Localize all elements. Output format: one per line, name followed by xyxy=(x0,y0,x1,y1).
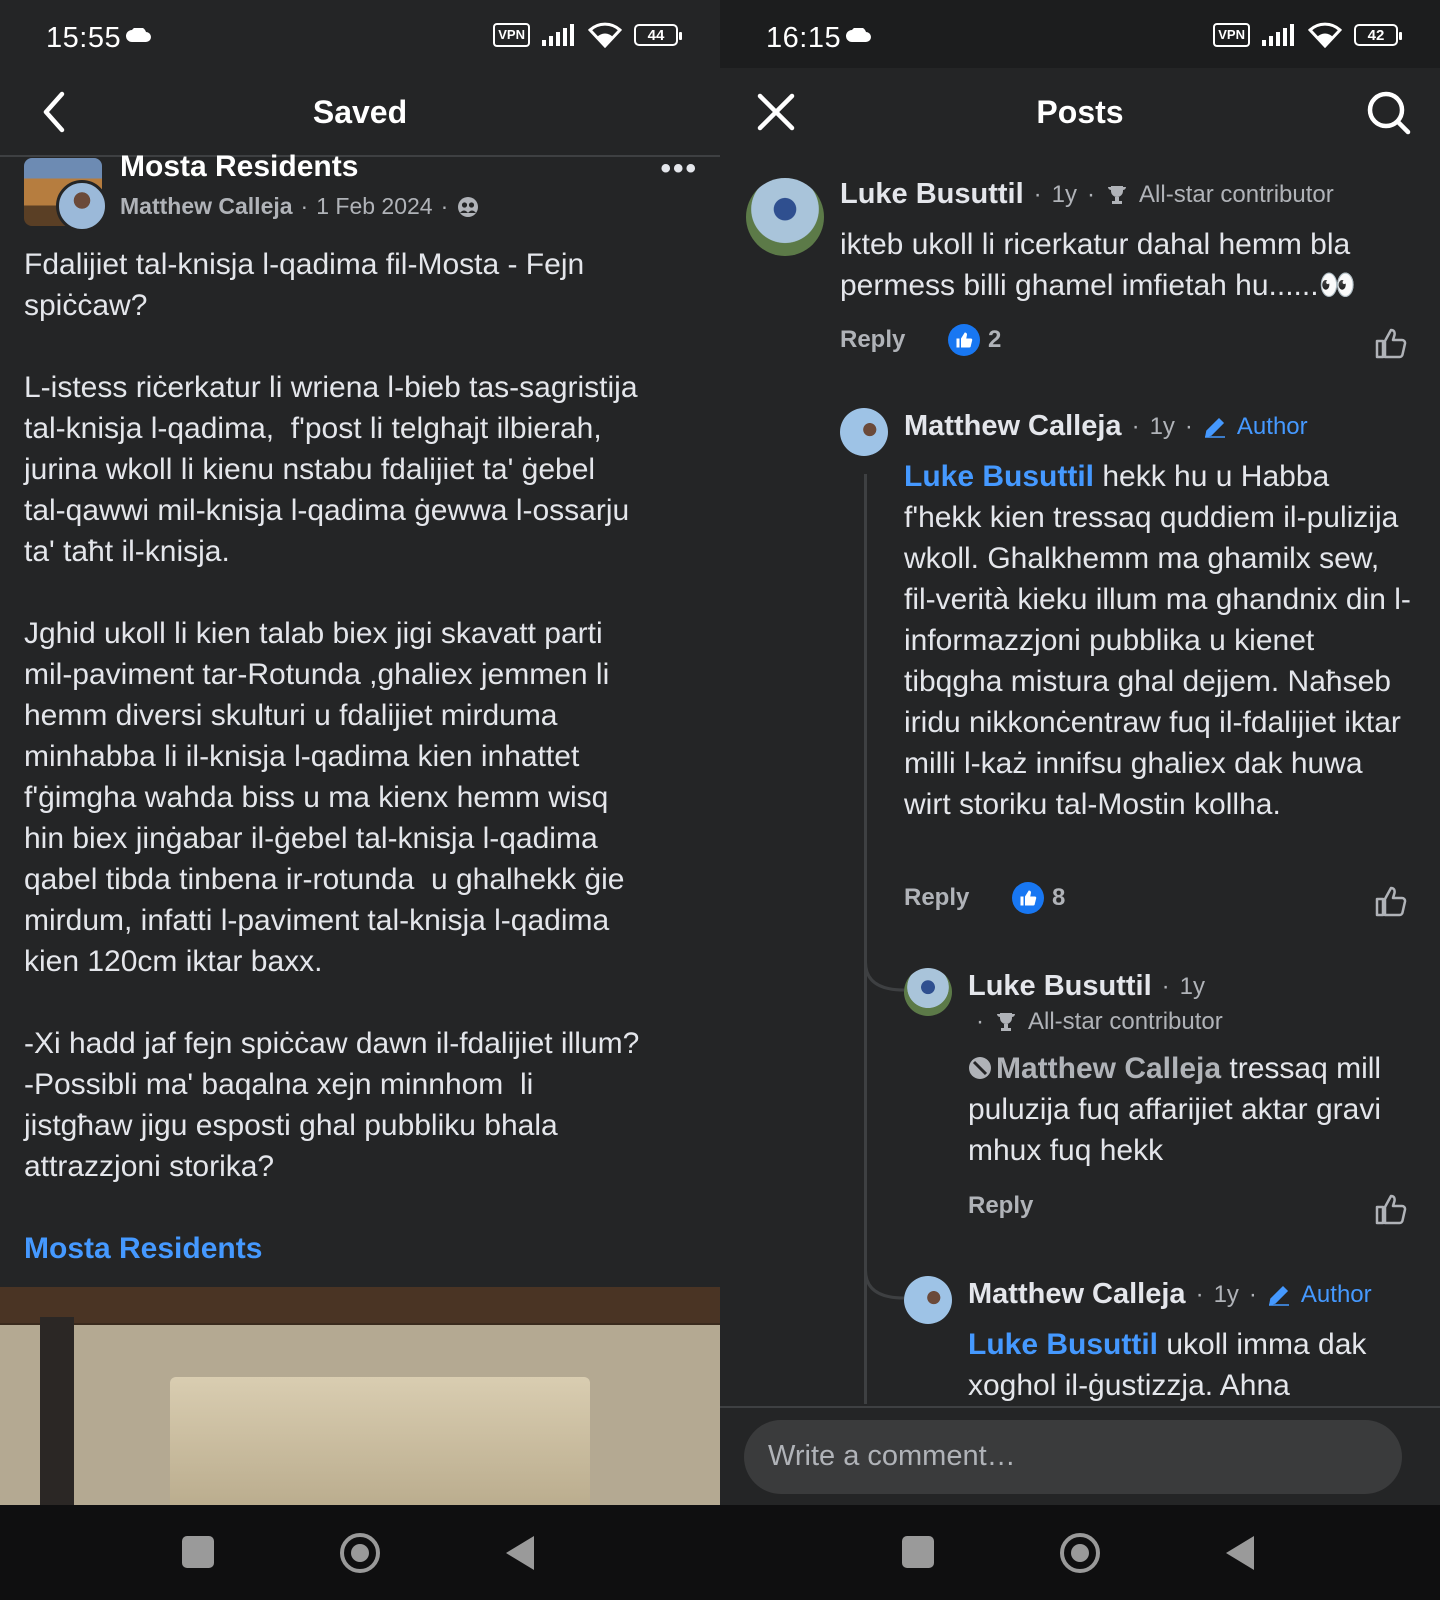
author-avatar[interactable] xyxy=(56,180,108,232)
back-icon[interactable] xyxy=(506,1536,534,1570)
trophy-icon xyxy=(997,1013,1015,1031)
author-badge: Author xyxy=(1236,412,1308,440)
comment-header: Luke Busuttil · 1y xyxy=(968,970,1206,1003)
comment-header: Matthew Calleja · 1y · Author xyxy=(904,410,1308,443)
page-title: Saved xyxy=(312,94,408,130)
signal-icon xyxy=(542,24,574,46)
commenter-name[interactable]: Matthew Calleja xyxy=(968,1278,1186,1311)
commenter-avatar[interactable] xyxy=(904,1276,952,1324)
commenter-name[interactable]: Matthew Calleja xyxy=(904,410,1122,443)
search-icon[interactable] xyxy=(1364,88,1412,136)
comment-text: Luke Busuttil hekk hu u Habba f'hekk kie… xyxy=(904,456,1414,825)
like-number: 8 xyxy=(1052,884,1066,911)
reply-button[interactable]: Reply xyxy=(968,1192,1033,1220)
post-body: Fdalijiet tal-knisja l-qadima fil-Mosta … xyxy=(24,248,640,1183)
photo-stone xyxy=(170,1377,590,1505)
like-button-icon[interactable] xyxy=(1374,884,1408,918)
separator: · xyxy=(300,193,309,219)
system-nav-bar xyxy=(0,1505,720,1600)
battery-icon: 42 xyxy=(1354,24,1402,46)
photo-beam xyxy=(0,1287,720,1323)
post-meta: Matthew Calleja · 1 Feb 2024 · xyxy=(120,193,480,220)
like-button-icon[interactable] xyxy=(1374,326,1408,360)
pencil-icon xyxy=(1204,417,1225,438)
mention-link[interactable]: Matthew Calleja xyxy=(996,1052,1221,1085)
vpn-icon: VPN xyxy=(493,23,530,47)
pencil-icon xyxy=(1268,1285,1289,1306)
top-nav: Saved xyxy=(0,68,720,156)
comment-composer: Write a comment… xyxy=(720,1406,1440,1505)
reply-button[interactable]: Reply xyxy=(904,884,969,912)
system-nav-bar xyxy=(720,1505,1440,1600)
status-time: 15:55 xyxy=(46,22,122,54)
group-name[interactable]: Mosta Residents xyxy=(120,150,358,184)
contributor-badge: All-star contributor xyxy=(1139,180,1334,208)
comment-header: Luke Busuttil · 1y · All-star contributo… xyxy=(840,178,1334,211)
post-date[interactable]: 1 Feb 2024 xyxy=(316,193,432,220)
top-nav: Posts xyxy=(720,68,1440,156)
commenter-avatar[interactable] xyxy=(746,178,824,256)
comment-input[interactable]: Write a comment… xyxy=(744,1420,1402,1494)
author-badge: Author xyxy=(1300,1280,1372,1308)
home-icon[interactable] xyxy=(340,1533,380,1573)
commenter-avatar[interactable] xyxy=(840,408,888,456)
home-icon[interactable] xyxy=(1060,1533,1100,1573)
more-options-icon[interactable]: ••• xyxy=(660,152,698,186)
comment-text: Matthew Calleja tressaq mill puluzija fu… xyxy=(968,1048,1420,1171)
like-reaction-icon xyxy=(1012,882,1044,914)
commenter-name[interactable]: Luke Busuttil xyxy=(840,178,1024,211)
reply-button[interactable]: Reply xyxy=(840,326,905,354)
vpn-icon: VPN xyxy=(1213,23,1250,47)
cloud-icon xyxy=(846,28,871,42)
thread-line xyxy=(864,474,867,1404)
thread-curve xyxy=(864,962,904,992)
battery-icon: 44 xyxy=(634,24,682,46)
commenter-name[interactable]: Luke Busuttil xyxy=(968,970,1152,1003)
status-time: 16:15 xyxy=(766,22,842,54)
contributor-badge: All-star contributor xyxy=(1028,1008,1223,1035)
comment-age[interactable]: 1y xyxy=(1052,181,1077,209)
thread-curve xyxy=(864,1270,904,1300)
comment-body: hekk hu u Habba f'hekk kien tressaq qudd… xyxy=(904,460,1411,821)
blocked-icon xyxy=(969,1057,991,1079)
group-link[interactable]: Mosta Residents xyxy=(24,1232,262,1266)
recents-icon[interactable] xyxy=(182,1536,214,1568)
like-number: 2 xyxy=(988,326,1002,353)
comment-text: ikteb ukoll li ricerkatur dahal hemm bla… xyxy=(840,228,1356,302)
like-count[interactable]: 8 xyxy=(1012,882,1065,914)
wifi-icon xyxy=(1308,22,1342,48)
trophy-icon xyxy=(1108,185,1127,204)
status-bar: 16:15 VPN 42 xyxy=(720,0,1440,68)
comment-text: Luke Busuttil ukoll imma dak xoghol il-ġ… xyxy=(968,1324,1420,1406)
photo-pipe xyxy=(40,1317,74,1505)
comment-age[interactable]: 1y xyxy=(1180,973,1205,1001)
post-photo[interactable] xyxy=(0,1287,720,1505)
group-privacy-icon xyxy=(458,196,479,217)
comment-age[interactable]: 1y xyxy=(1150,413,1175,441)
like-count[interactable]: 2 xyxy=(948,324,1001,356)
divider xyxy=(0,155,720,157)
recents-icon[interactable] xyxy=(902,1536,934,1568)
commenter-avatar[interactable] xyxy=(904,968,952,1016)
saved-panel: 15:55 VPN 44 Saved Mosta Residents ••• M… xyxy=(0,0,720,1600)
back-icon[interactable] xyxy=(1226,1536,1254,1570)
like-reaction-icon xyxy=(948,324,980,356)
cloud-icon xyxy=(126,28,151,42)
separator: · xyxy=(440,193,449,219)
status-bar: 15:55 VPN 44 xyxy=(0,0,720,68)
mention-link[interactable]: Luke Busuttil xyxy=(968,1328,1158,1361)
mention-link[interactable]: Luke Busuttil xyxy=(904,460,1094,493)
page-title: Posts xyxy=(1036,94,1124,130)
comments-panel: 16:15 VPN 42 Posts Luke Busuttil · 1y · … xyxy=(720,0,1440,1600)
comment-age[interactable]: 1y xyxy=(1214,1281,1239,1309)
wifi-icon xyxy=(588,22,622,48)
signal-icon xyxy=(1262,24,1294,46)
post-author[interactable]: Matthew Calleja xyxy=(120,193,293,220)
badge-row: · All-star contributor xyxy=(976,1008,1223,1035)
comment-header: Matthew Calleja · 1y · Author xyxy=(968,1278,1372,1311)
like-button-icon[interactable] xyxy=(1374,1192,1408,1226)
